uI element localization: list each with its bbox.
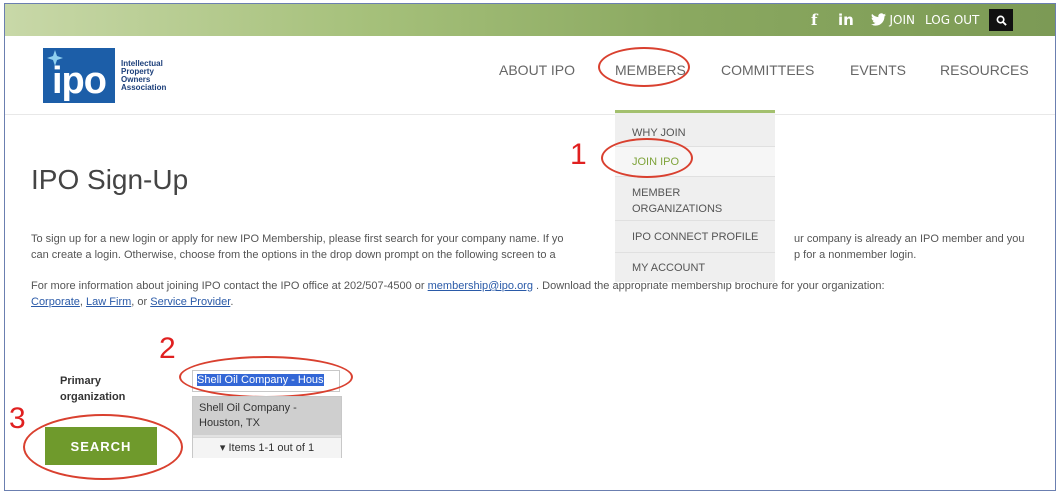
annotation-number-2: 2 bbox=[159, 332, 176, 365]
corporate-brochure-link[interactable]: Corporate bbox=[31, 296, 80, 308]
annotation-oval-members bbox=[598, 47, 690, 87]
service-provider-brochure-link[interactable]: Service Provider bbox=[150, 296, 230, 308]
nav-committees[interactable]: COMMITTEES bbox=[721, 62, 814, 78]
menu-item-label: MEMBER ORGANIZATIONS bbox=[632, 187, 723, 215]
autocomplete-pager: ▾ Items 1-1 out of 1 bbox=[193, 437, 341, 458]
intro-line2-right: p for a nonmember login. bbox=[794, 249, 917, 261]
logout-link[interactable]: LOG OUT bbox=[925, 4, 979, 36]
primary-organization-label: Primary organization bbox=[60, 375, 126, 403]
intro-line2-left: can create a login. Otherwise, choose fr… bbox=[31, 249, 556, 261]
menu-item-member-organizations[interactable]: MEMBER ORGANIZATIONS bbox=[615, 177, 775, 221]
linkedin-icon[interactable]: in bbox=[838, 4, 854, 36]
search-icon[interactable] bbox=[989, 9, 1013, 31]
nav-resources[interactable]: RESOURCES bbox=[940, 62, 1029, 78]
menu-item-my-account[interactable]: MY ACCOUNT bbox=[615, 253, 775, 283]
ipo-logo[interactable]: ipo bbox=[43, 48, 115, 103]
join-link[interactable]: JOIN bbox=[875, 4, 916, 36]
autocomplete-list: Shell Oil Company - Houston, TX ▾ Items … bbox=[192, 396, 342, 458]
page-title: IPO Sign-Up bbox=[31, 164, 189, 195]
annotation-oval-search bbox=[23, 414, 183, 480]
top-social-bar: f in JOIN LOG OUT bbox=[5, 4, 1055, 36]
members-dropdown-menu: WHY JOIN JOIN IPO MEMBER ORGANIZATIONS I… bbox=[615, 110, 775, 282]
annotation-oval-organization bbox=[179, 356, 353, 398]
pager-text: Items 1-1 out of 1 bbox=[228, 442, 315, 454]
annotation-oval-join-ipo bbox=[601, 138, 693, 178]
intro-line1-left: To sign up for a new login or apply for … bbox=[31, 233, 564, 245]
nav-about-ipo[interactable]: ABOUT IPO bbox=[499, 62, 575, 78]
site-header: ipo Intellectual Property Owners Associa… bbox=[5, 36, 1055, 115]
screenshot-frame: f in JOIN LOG OUT ipo Intellectual Prope… bbox=[4, 3, 1056, 491]
separator: , or bbox=[131, 296, 151, 308]
facebook-icon[interactable]: f bbox=[811, 4, 817, 36]
logo-word: Association bbox=[121, 83, 167, 92]
annotation-number-1: 1 bbox=[570, 138, 587, 171]
annotation-number-3: 3 bbox=[9, 402, 26, 435]
info-paragraph: For more information about joining IPO c… bbox=[31, 278, 1031, 310]
caret-down-icon: ▾ bbox=[219, 442, 226, 454]
menu-item-ipo-connect-profile[interactable]: IPO CONNECT PROFILE bbox=[615, 221, 775, 253]
nav-events[interactable]: EVENTS bbox=[850, 62, 906, 78]
period: . bbox=[230, 296, 234, 308]
info-text: For more information about joining IPO c… bbox=[31, 280, 428, 292]
intro-paragraph: To sign up for a new login or apply for … bbox=[31, 231, 1031, 263]
membership-email-link[interactable]: membership@ipo.org bbox=[428, 280, 533, 292]
intro-line1-right: ur company is already an IPO member and … bbox=[794, 233, 1025, 245]
logo-mark: ipo bbox=[52, 60, 107, 102]
autocomplete-option[interactable]: Shell Oil Company - Houston, TX bbox=[193, 397, 341, 435]
logo-words: Intellectual Property Owners Association bbox=[121, 60, 166, 92]
lawfirm-brochure-link[interactable]: Law Firm bbox=[86, 296, 131, 308]
